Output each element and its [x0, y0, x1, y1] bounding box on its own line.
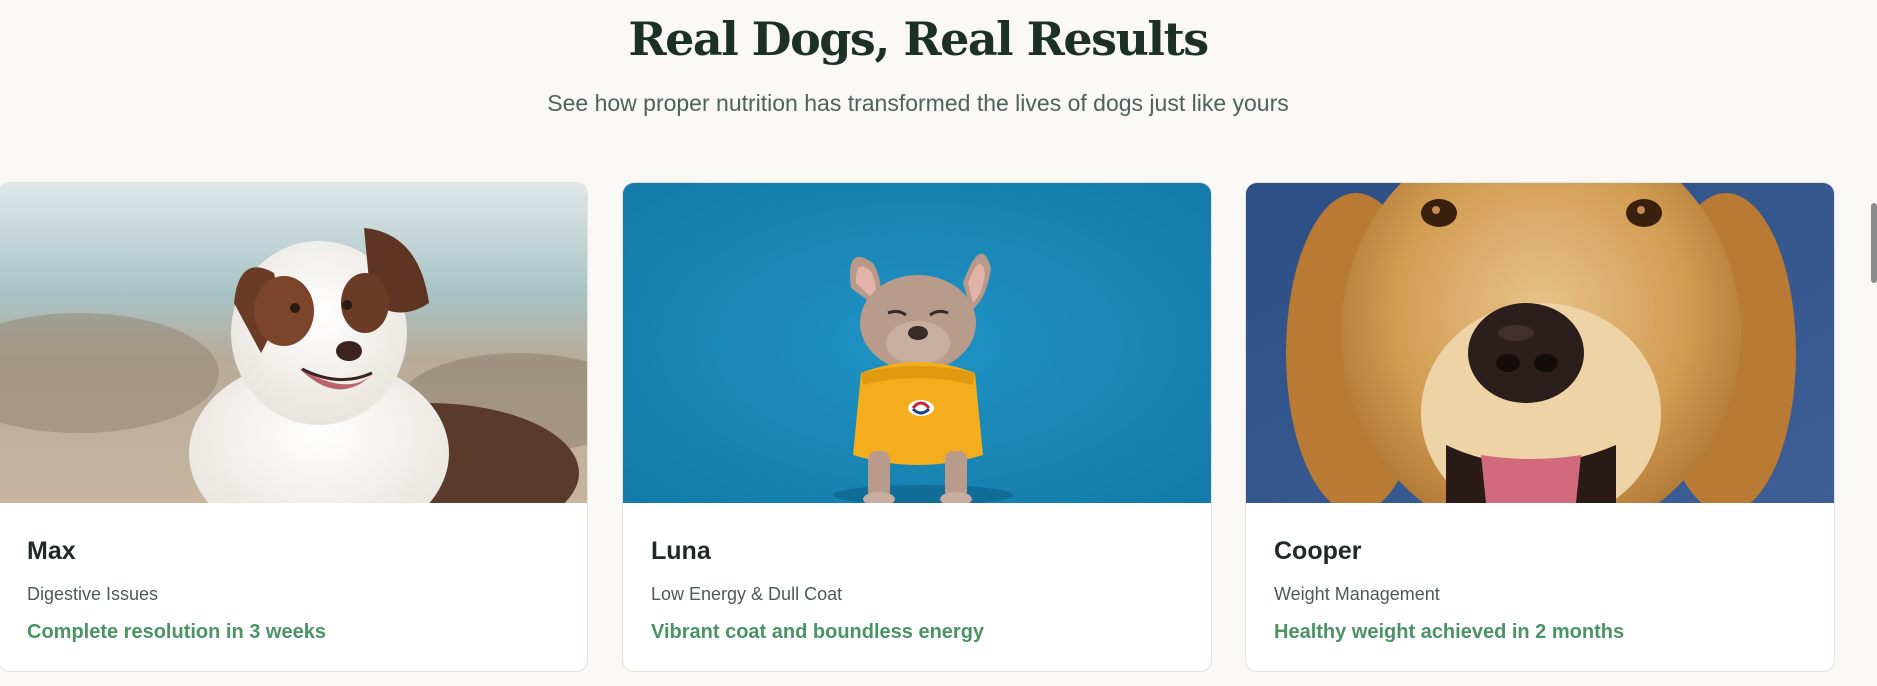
- card-body: Max Digestive Issues Complete resolution…: [0, 503, 587, 644]
- dog-result: Vibrant coat and boundless energy: [651, 621, 985, 643]
- dog-name: Max: [27, 537, 76, 565]
- card-body: Luna Low Energy & Dull Coat Vibrant coat…: [623, 503, 1211, 644]
- section-subtitle: See how proper nutrition has transformed…: [547, 90, 1289, 116]
- dog-card-luna[interactable]: Luna Low Energy & Dull Coat Vibrant coat…: [622, 182, 1212, 672]
- card-body: Cooper Weight Management Healthy weight …: [1246, 503, 1834, 644]
- testimonials-section: Real Dogs, Real Results See how proper n…: [0, 0, 1877, 686]
- australian-shepherd-photo: [0, 183, 587, 503]
- dog-name: Cooper: [1274, 537, 1362, 565]
- dog-issue: Weight Management: [1274, 584, 1440, 604]
- dog-card-max[interactable]: Max Digestive Issues Complete resolution…: [0, 182, 588, 672]
- dog-result: Healthy weight achieved in 2 months: [1274, 621, 1625, 643]
- scrollbar-thumb[interactable]: [1871, 203, 1877, 283]
- french-bulldog-photo: [623, 183, 1211, 503]
- dog-issue: Low Energy & Dull Coat: [651, 584, 843, 604]
- dog-name: Luna: [651, 537, 711, 565]
- dog-issue: Digestive Issues: [27, 584, 159, 604]
- scrollbar[interactable]: [1869, 0, 1877, 686]
- dog-card-cooper[interactable]: Cooper Weight Management Healthy weight …: [1245, 182, 1835, 672]
- dog-result: Complete resolution in 3 weeks: [27, 621, 326, 643]
- section-title: Real Dogs, Real Results: [628, 12, 1209, 66]
- golden-retriever-photo: [1246, 183, 1834, 503]
